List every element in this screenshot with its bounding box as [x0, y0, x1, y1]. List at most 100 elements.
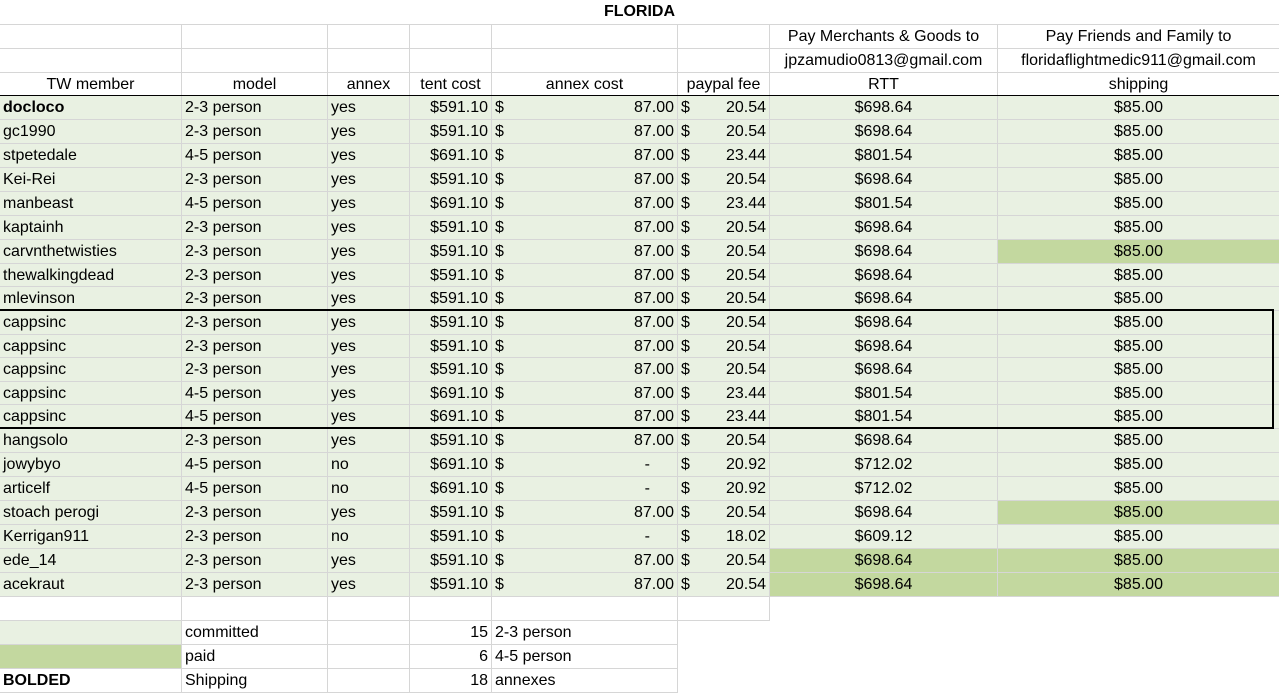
rtt-cell[interactable]: $698.64	[770, 501, 998, 525]
annex-cell[interactable]: yes	[328, 429, 410, 453]
tent-cost-cell[interactable]: $591.10	[410, 311, 492, 335]
member-cell[interactable]: manbeast	[0, 192, 182, 216]
shipping-cell[interactable]: $85.00	[998, 405, 1279, 429]
rtt-cell[interactable]: $698.64	[770, 96, 998, 120]
annex-cell[interactable]: yes	[328, 96, 410, 120]
rtt-cell[interactable]: $698.64	[770, 216, 998, 240]
annex-cell[interactable]: yes	[328, 287, 410, 311]
annex-cell[interactable]: yes	[328, 144, 410, 168]
shipping-cell[interactable]: $85.00	[998, 429, 1279, 453]
annex-cell[interactable]: yes	[328, 358, 410, 382]
rtt-cell[interactable]: $698.64	[770, 168, 998, 192]
annex-cost-cell[interactable]: $87.00	[492, 192, 678, 216]
model-cell[interactable]: 2-3 person	[182, 311, 328, 335]
paypal-fee-cell[interactable]: $20.54	[678, 240, 770, 264]
annex-cost-cell[interactable]: $87.00	[492, 573, 678, 597]
shipping-cell[interactable]: $85.00	[998, 311, 1279, 335]
tent-cost-cell[interactable]: $591.10	[410, 549, 492, 573]
paypal-fee-cell[interactable]: $20.54	[678, 120, 770, 144]
shipping-cell[interactable]: $85.00	[998, 144, 1279, 168]
paypal-fee-cell[interactable]: $20.54	[678, 429, 770, 453]
rtt-cell[interactable]: $801.54	[770, 382, 998, 405]
rtt-cell[interactable]: $698.64	[770, 429, 998, 453]
paypal-fee-cell[interactable]: $20.54	[678, 573, 770, 597]
rtt-cell[interactable]: $698.64	[770, 287, 998, 311]
annex-cost-cell[interactable]: $ -	[492, 477, 678, 501]
tent-cost-cell[interactable]: $591.10	[410, 525, 492, 549]
rtt-cell[interactable]: $698.64	[770, 240, 998, 264]
paypal-fee-cell[interactable]: $20.54	[678, 335, 770, 358]
model-cell[interactable]: 2-3 person	[182, 216, 328, 240]
paypal-fee-cell[interactable]: $23.44	[678, 144, 770, 168]
tent-cost-cell[interactable]: $691.10	[410, 405, 492, 429]
shipping-cell[interactable]: $85.00	[998, 453, 1279, 477]
model-cell[interactable]: 4-5 person	[182, 405, 328, 429]
rtt-cell[interactable]: $712.02	[770, 477, 998, 501]
member-cell[interactable]: cappsinc	[0, 358, 182, 382]
shipping-cell[interactable]: $85.00	[998, 358, 1279, 382]
shipping-cell[interactable]: $85.00	[998, 120, 1279, 144]
tent-cost-cell[interactable]: $591.10	[410, 573, 492, 597]
paypal-fee-cell[interactable]: $20.54	[678, 311, 770, 335]
annex-cost-cell[interactable]: $87.00	[492, 240, 678, 264]
annex-cost-cell[interactable]: $87.00	[492, 549, 678, 573]
paypal-fee-cell[interactable]: $20.54	[678, 168, 770, 192]
tent-cost-cell[interactable]: $591.10	[410, 335, 492, 358]
paypal-fee-cell[interactable]: $20.92	[678, 477, 770, 501]
tent-cost-cell[interactable]: $591.10	[410, 429, 492, 453]
model-cell[interactable]: 2-3 person	[182, 525, 328, 549]
annex-cell[interactable]: yes	[328, 192, 410, 216]
tent-cost-cell[interactable]: $591.10	[410, 501, 492, 525]
paypal-fee-cell[interactable]: $23.44	[678, 405, 770, 429]
annex-cell[interactable]: yes	[328, 311, 410, 335]
annex-cell[interactable]: yes	[328, 240, 410, 264]
member-cell[interactable]: thewalkingdead	[0, 264, 182, 287]
tent-cost-cell[interactable]: $591.10	[410, 120, 492, 144]
rtt-cell[interactable]: $698.64	[770, 573, 998, 597]
annex-cost-cell[interactable]: $87.00	[492, 96, 678, 120]
member-cell[interactable]: stpetedale	[0, 144, 182, 168]
paypal-fee-cell[interactable]: $20.54	[678, 287, 770, 311]
member-cell[interactable]: jowybyo	[0, 453, 182, 477]
paypal-fee-cell[interactable]: $23.44	[678, 192, 770, 216]
member-cell[interactable]: stoach perogi	[0, 501, 182, 525]
model-cell[interactable]: 2-3 person	[182, 335, 328, 358]
model-cell[interactable]: 2-3 person	[182, 264, 328, 287]
annex-cost-cell[interactable]: $ -	[492, 525, 678, 549]
rtt-cell[interactable]: $698.64	[770, 264, 998, 287]
rtt-cell[interactable]: $698.64	[770, 358, 998, 382]
tent-cost-cell[interactable]: $591.10	[410, 168, 492, 192]
shipping-cell[interactable]: $85.00	[998, 573, 1279, 597]
member-cell[interactable]: articelf	[0, 477, 182, 501]
annex-cost-cell[interactable]: $87.00	[492, 287, 678, 311]
model-cell[interactable]: 2-3 person	[182, 429, 328, 453]
rtt-cell[interactable]: $698.64	[770, 311, 998, 335]
tent-cost-cell[interactable]: $591.10	[410, 264, 492, 287]
rtt-cell[interactable]: $698.64	[770, 120, 998, 144]
member-cell[interactable]: mlevinson	[0, 287, 182, 311]
shipping-cell[interactable]: $85.00	[998, 264, 1279, 287]
paypal-fee-cell[interactable]: $23.44	[678, 382, 770, 405]
paypal-fee-cell[interactable]: $20.54	[678, 358, 770, 382]
member-cell[interactable]: ede_14	[0, 549, 182, 573]
annex-cell[interactable]: yes	[328, 573, 410, 597]
tent-cost-cell[interactable]: $691.10	[410, 382, 492, 405]
member-cell[interactable]: hangsolo	[0, 429, 182, 453]
annex-cost-cell[interactable]: $87.00	[492, 144, 678, 168]
model-cell[interactable]: 2-3 person	[182, 168, 328, 192]
annex-cost-cell[interactable]: $87.00	[492, 311, 678, 335]
annex-cost-cell[interactable]: $87.00	[492, 358, 678, 382]
tent-cost-cell[interactable]: $591.10	[410, 240, 492, 264]
paypal-fee-cell[interactable]: $20.54	[678, 549, 770, 573]
tent-cost-cell[interactable]: $691.10	[410, 144, 492, 168]
member-cell[interactable]: Kerrigan911	[0, 525, 182, 549]
model-cell[interactable]: 4-5 person	[182, 477, 328, 501]
rtt-cell[interactable]: $698.64	[770, 335, 998, 358]
member-cell[interactable]: gc1990	[0, 120, 182, 144]
shipping-cell[interactable]: $85.00	[998, 335, 1279, 358]
shipping-cell[interactable]: $85.00	[998, 287, 1279, 311]
paypal-fee-cell[interactable]: $20.54	[678, 501, 770, 525]
model-cell[interactable]: 4-5 person	[182, 192, 328, 216]
member-cell[interactable]: kaptainh	[0, 216, 182, 240]
shipping-cell[interactable]: $85.00	[998, 96, 1279, 120]
